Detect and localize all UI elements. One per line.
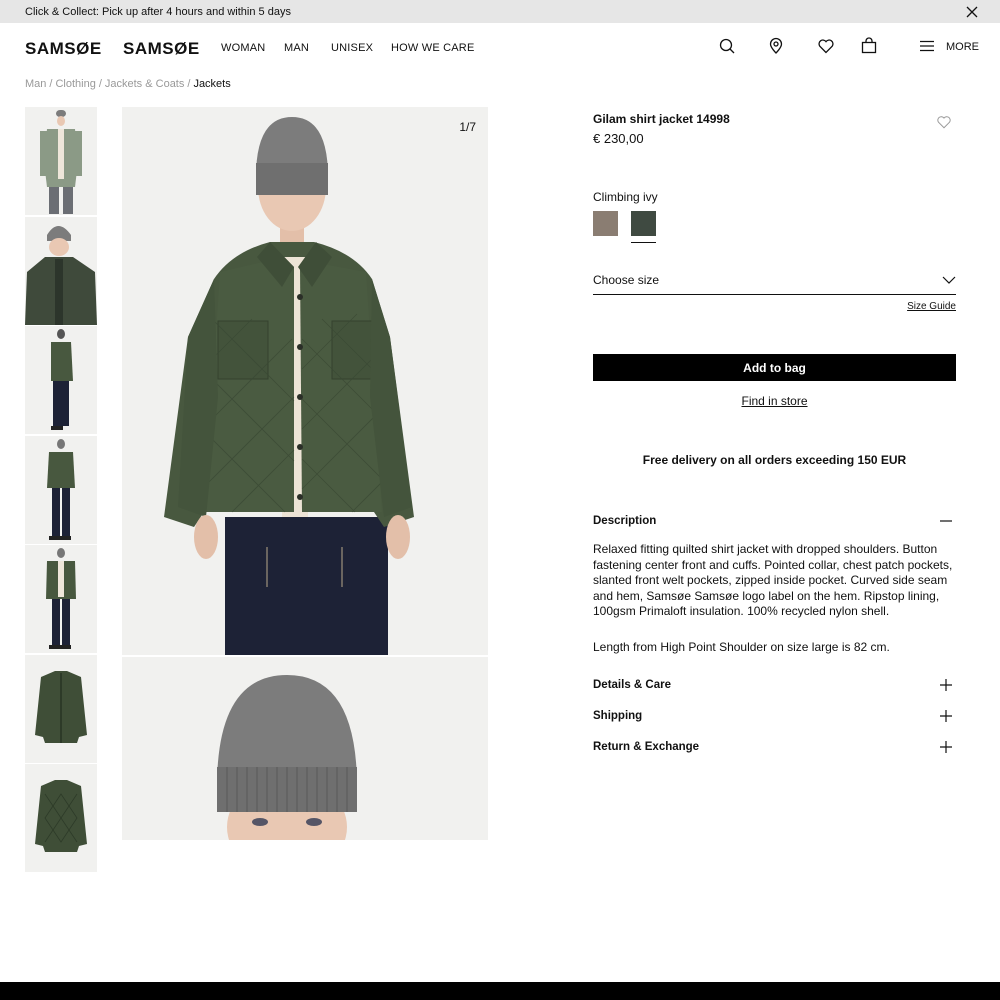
- chevron-down-icon: [942, 276, 956, 284]
- brand-logo-secondary[interactable]: SAMSØE: [123, 39, 200, 59]
- free-delivery-notice: Free delivery on all orders exceeding 15…: [642, 453, 907, 467]
- description-length-note: Length from High Point Shoulder on size …: [593, 640, 890, 654]
- thumbnail-7[interactable]: [25, 764, 97, 872]
- size-guide-link[interactable]: Size Guide: [907, 301, 956, 312]
- thumbnail-5[interactable]: [25, 545, 97, 653]
- announcement-text: Click & Collect: Pick up after 4 hours a…: [25, 5, 291, 18]
- product-price: € 230,00: [593, 131, 644, 146]
- product-secondary-image[interactable]: [122, 657, 488, 840]
- color-swatch-taupe[interactable]: [593, 211, 618, 236]
- accordion-description-title: Description: [593, 515, 657, 527]
- wishlist-heart-icon[interactable]: [936, 114, 952, 130]
- bag-icon[interactable]: [860, 37, 878, 55]
- breadcrumb-separator: /: [98, 78, 102, 90]
- thumbnail-1[interactable]: [25, 107, 97, 215]
- accordion-shipping-title: Shipping: [593, 710, 643, 722]
- more-menu-label[interactable]: MORE: [946, 41, 979, 53]
- model-jacket-illustration: [164, 117, 414, 655]
- thumbnail-6[interactable]: [25, 654, 97, 763]
- size-select[interactable]: Choose size: [593, 273, 956, 295]
- product-title: Gilam shirt jacket 14998: [593, 112, 730, 126]
- search-icon[interactable]: [718, 37, 736, 55]
- close-icon[interactable]: [965, 5, 979, 19]
- plus-icon: [940, 679, 952, 691]
- breadcrumb-clothing[interactable]: Clothing: [55, 78, 95, 90]
- add-to-bag-label: Add to bag: [743, 360, 806, 375]
- accordion-shipping[interactable]: Shipping: [593, 710, 956, 722]
- location-pin-icon[interactable]: [767, 37, 785, 55]
- breadcrumb-separator: /: [187, 78, 191, 90]
- selected-color-name: Climbing ivy: [593, 190, 658, 204]
- minus-icon: [940, 520, 952, 522]
- menu-icon[interactable]: [918, 37, 936, 55]
- thumbnail-3[interactable]: [25, 326, 97, 434]
- site-header: SAMSØE SAMSØE WOMAN MAN UNISEX HOW WE CA…: [0, 23, 1000, 73]
- accordion-return-exchange[interactable]: Return & Exchange: [593, 741, 956, 753]
- breadcrumb: Man / Clothing / Jackets & Coats / Jackets: [25, 78, 231, 90]
- accordion-details-title: Details & Care: [593, 679, 671, 691]
- accordion-details-care[interactable]: Details & Care: [593, 679, 956, 691]
- image-counter: 1/7: [459, 120, 476, 134]
- plus-icon: [940, 710, 952, 722]
- nav-woman[interactable]: WOMAN: [221, 42, 265, 54]
- description-text: Relaxed fitting quilted shirt jacket wit…: [593, 542, 953, 619]
- heart-icon[interactable]: [817, 37, 835, 55]
- breadcrumb-man[interactable]: Man: [25, 78, 46, 90]
- nav-unisex[interactable]: UNISEX: [331, 42, 373, 54]
- breadcrumb-jackets-coats[interactable]: Jackets & Coats: [105, 78, 184, 90]
- announcement-bar: Click & Collect: Pick up after 4 hours a…: [0, 0, 1000, 23]
- model-beanie-closeup: [217, 675, 357, 840]
- size-select-placeholder: Choose size: [593, 273, 660, 287]
- nav-how-we-care[interactable]: HOW WE CARE: [391, 42, 474, 54]
- breadcrumb-current: Jackets: [193, 78, 231, 90]
- footer-bar: [0, 982, 1000, 1000]
- brand-logo[interactable]: SAMSØE: [25, 39, 102, 59]
- thumbnail-2[interactable]: [25, 216, 97, 325]
- thumbnail-4[interactable]: [25, 435, 97, 544]
- nav-man[interactable]: MAN: [284, 42, 309, 54]
- accordion-description[interactable]: Description: [593, 515, 956, 527]
- product-main-image[interactable]: 1/7: [122, 107, 488, 655]
- color-swatch-climbing-ivy[interactable]: [631, 211, 656, 243]
- thumbnail-list: [25, 107, 97, 874]
- accordion-returns-title: Return & Exchange: [593, 741, 700, 753]
- breadcrumb-separator: /: [49, 78, 53, 90]
- find-in-store-link[interactable]: Find in store: [593, 394, 956, 408]
- add-to-bag-button[interactable]: Add to bag: [593, 354, 956, 381]
- plus-icon: [940, 741, 952, 753]
